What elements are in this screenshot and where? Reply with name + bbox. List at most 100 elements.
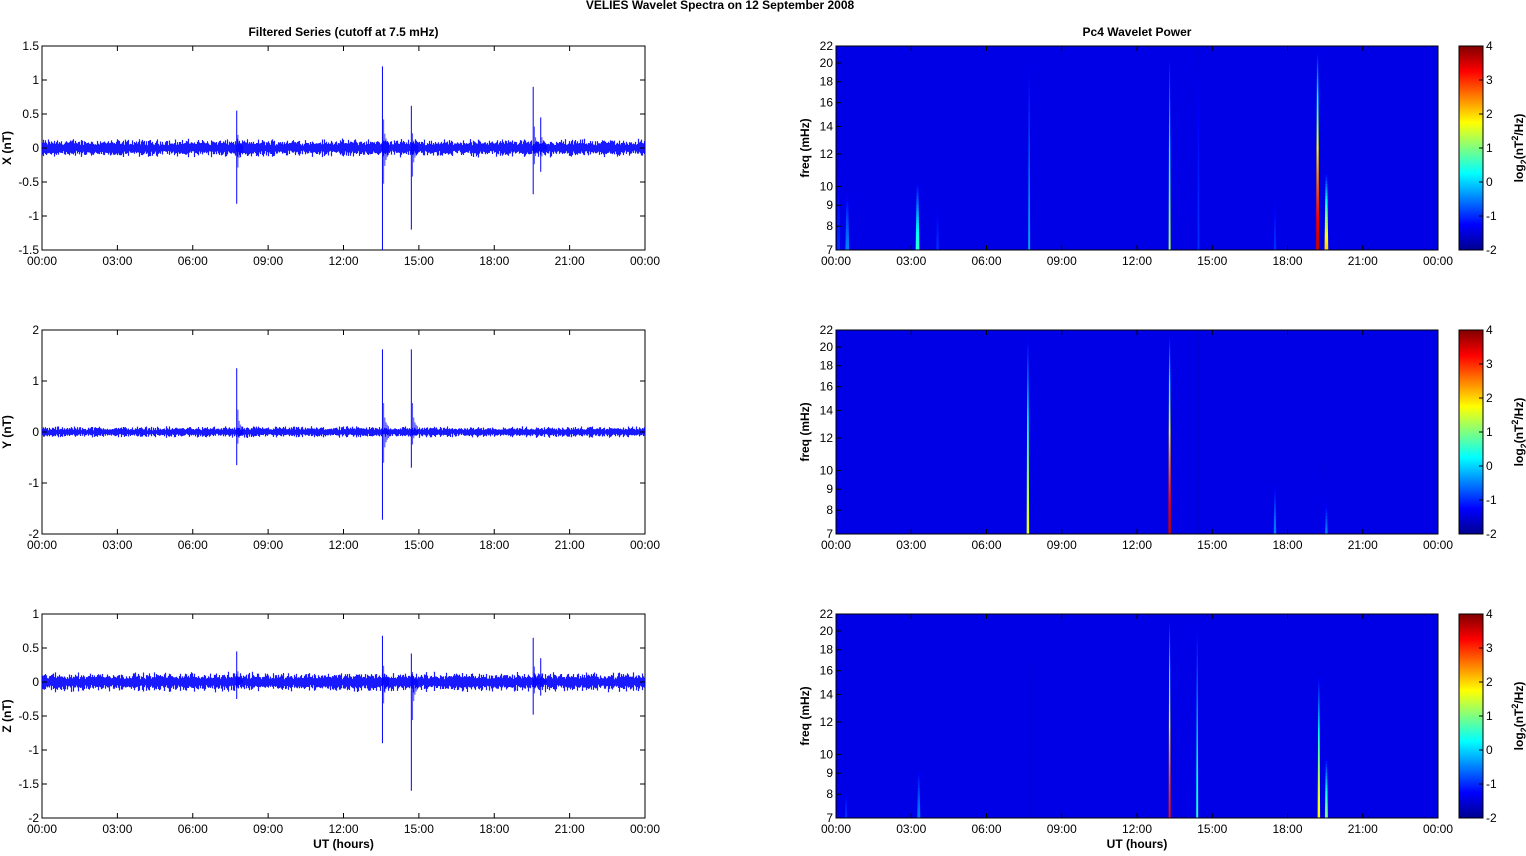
power-event-cell [918,764,920,767]
power-event-cell [1274,190,1276,193]
power-event-cell [1316,181,1319,184]
power-event-cell [1168,782,1171,785]
power-event-cell [1028,133,1030,136]
power-event-cell [1325,758,1328,761]
power-event-cell [1196,650,1198,653]
power-event-cell [1198,52,1199,55]
x-tick-label: 15:00 [404,822,434,836]
power-event-cell [1197,441,1200,444]
power-event-cell [1318,695,1320,698]
power-event-cell [916,211,919,214]
power-event-cell [1316,64,1319,67]
power-event-cell [1168,145,1171,148]
colorbar-label-part: log [1512,732,1526,750]
power-event-cell [1026,441,1029,444]
power-event-cell [1168,211,1171,214]
power-event-cell [1168,492,1171,495]
power-event-cell [1321,492,1324,495]
power-event-cell [1197,369,1199,372]
power-event-cell [1169,112,1171,115]
y-tick-label: -1 [28,476,39,490]
power-event-cell [1028,232,1031,235]
power-event-cell [1318,677,1320,680]
power-event-cell [1029,770,1032,773]
colorbar: -2 -1 0 1 2 3 4 log2(nT2/Hz) [1458,323,1526,541]
power-event-cell [1168,695,1171,698]
power-event-cell [1274,187,1276,190]
time-series-panel-z: -2-1.5-1-0.500.51Z (nT)00:00 03:00 06:00 09… [0,607,660,851]
power-event-cell [1274,202,1276,205]
y-tick-label: 10 [820,747,834,761]
power-event-cell [1318,728,1320,731]
power-event-cell [1027,375,1029,378]
power-event-cell [1028,73,1030,76]
power-event-cell [1317,776,1320,779]
power-event-cell [1325,806,1328,809]
power-event-cell [1198,345,1199,348]
power-event-cell [1169,680,1171,683]
power-event-cell [1027,429,1029,432]
power-event-cell [1325,776,1328,779]
colorbar-tick-label: 1 [1486,425,1493,439]
power-event-cell [1197,88,1199,91]
power-event-cell [917,806,921,809]
power-event-cell [915,241,920,244]
power-event-cell [1317,749,1320,752]
power-event-cell [837,229,840,232]
x-tick-label: 06:00 [178,538,208,552]
power-event-cell [1317,761,1320,764]
power-event-cell [916,178,919,181]
power-event-cell [1197,453,1200,456]
power-event-cell [1325,519,1328,522]
power-event-cell [916,214,919,217]
power-event-cell [1029,812,1032,815]
power-event-cell [1316,202,1319,205]
power-event-cell [1028,52,1030,55]
power-event-cell [1318,692,1320,695]
power-event-cell [1169,641,1171,644]
power-event-cell [1198,336,1199,339]
power-event-cell [1317,809,1321,812]
power-event-cell [1196,797,1199,800]
power-event-cell [1168,426,1171,429]
x-tick-label: 18:00 [1272,538,1302,552]
power-event-cell [837,181,840,184]
power-event-cell [915,235,920,238]
power-event-cell [1317,812,1321,815]
time-series-panel-x: -1.5-1-0.500.511.5X (nT)00:00 03:00 06:00 0… [0,25,660,268]
colorbar-tick-label: 2 [1486,675,1493,689]
power-event-cell [1321,516,1324,519]
power-event-cell [1028,100,1030,103]
power-event-cell [1274,492,1276,495]
power-event-cell [1316,193,1319,196]
power-event-cell [837,175,840,178]
power-event-cell [1028,67,1030,70]
power-event-cell [1027,423,1029,426]
x-tick-label: 00:00 [1423,254,1453,268]
power-event-cell [1029,704,1031,707]
power-event-cell [1168,525,1171,528]
y-tick-label: 8 [826,787,833,801]
power-event-cell [1026,486,1029,489]
power-event-cell [1317,755,1320,758]
power-event-cell [1196,782,1199,785]
power-event-cell [1169,638,1171,641]
power-event-cell [1196,677,1198,680]
power-event-cell [1196,710,1198,713]
x-tick-label: 09:00 [1047,822,1077,836]
power-event-cell [1316,130,1319,133]
power-event-cell [837,241,840,244]
power-event-cell [1196,623,1198,626]
power-event-cell [1316,109,1319,112]
power-event-cell [1197,121,1200,124]
power-event-cell [1168,710,1171,713]
power-event-cell [1318,686,1320,689]
x-tick-label: 21:00 [1348,254,1378,268]
power-event-cell [936,241,939,244]
power-event-cell [1198,58,1199,61]
power-event-cell [1316,220,1319,223]
power-event-cell [1318,707,1320,710]
power-event-cell [837,169,840,172]
power-event-cell [1325,190,1328,193]
power-event-cell [1168,229,1171,232]
